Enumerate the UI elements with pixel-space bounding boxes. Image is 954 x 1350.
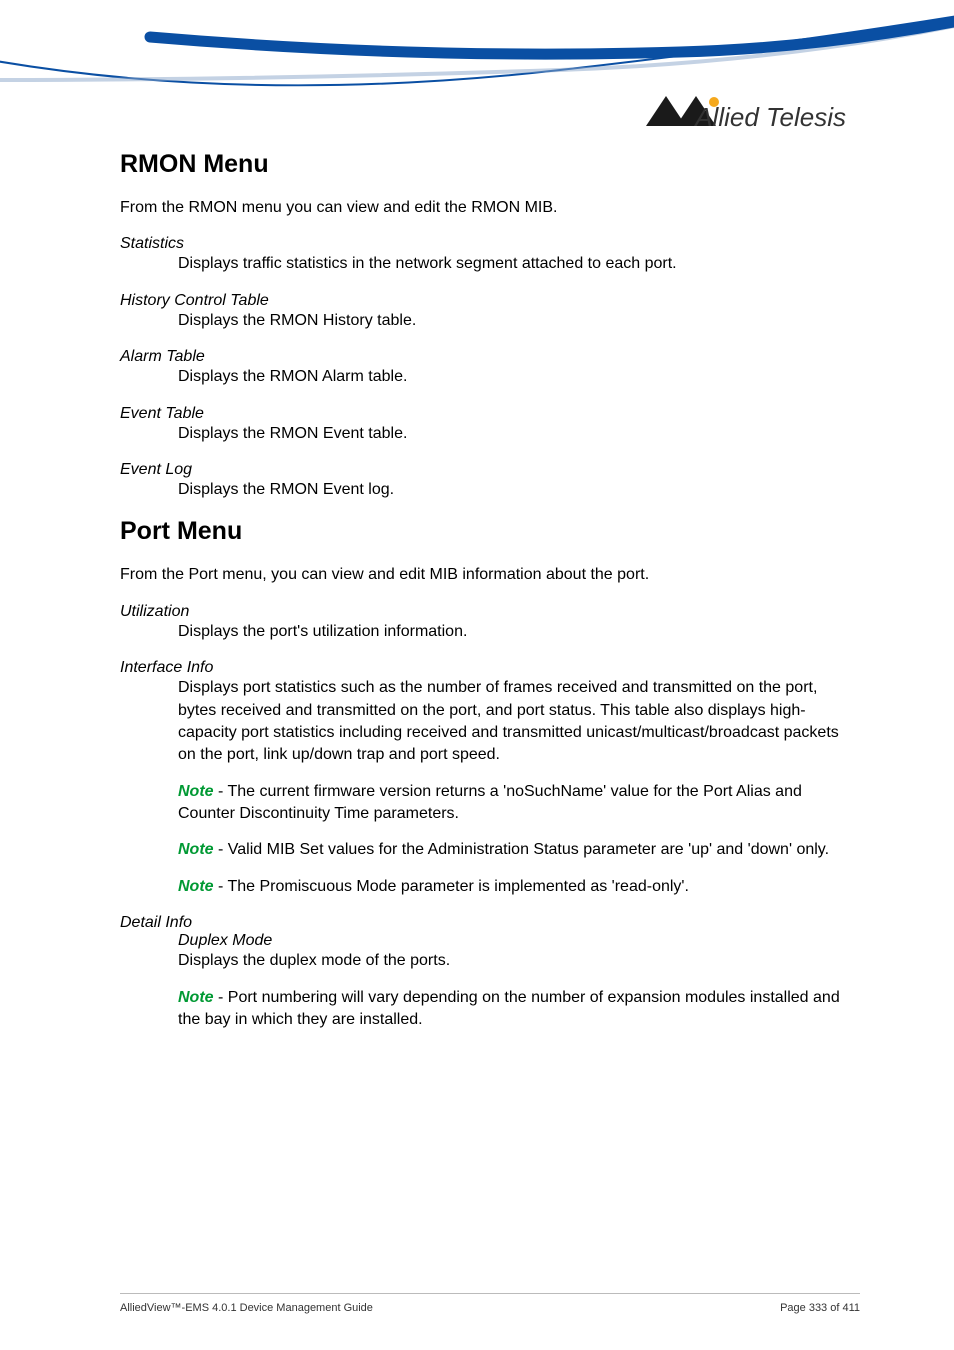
note-detail-1-text: - Port numbering will vary depending on … (178, 989, 840, 1028)
page-content: RMON Menu From the RMON menu you can vie… (120, 150, 860, 1047)
term-statistics: Statistics (120, 235, 860, 253)
note-label: Note (178, 989, 214, 1006)
note-label: Note (178, 878, 214, 895)
note-interface-2: Note - Valid MIB Set values for the Admi… (178, 839, 860, 861)
page-footer: AlliedView™-EMS 4.0.1 Device Management … (120, 1293, 860, 1314)
footer-right: Page 333 of 411 (780, 1302, 860, 1314)
brand-logo-text: Allied Telesis (695, 102, 846, 133)
term-utilization: Utilization (120, 603, 860, 621)
desc-event-table: Displays the RMON Event table. (178, 423, 860, 445)
note-label: Note (178, 841, 214, 858)
note-label: Note (178, 783, 214, 800)
rmon-intro: From the RMON menu you can view and edit… (120, 197, 860, 219)
term-alarm-table: Alarm Table (120, 348, 860, 366)
note-interface-3-text: - The Promiscuous Mode parameter is impl… (214, 878, 689, 895)
term-event-log: Event Log (120, 461, 860, 479)
note-detail-1: Note - Port numbering will vary dependin… (178, 987, 860, 1032)
desc-duplex-mode: Displays the duplex mode of the ports. (178, 950, 860, 972)
port-intro: From the Port menu, you can view and edi… (120, 564, 860, 586)
desc-statistics: Displays traffic statistics in the netwo… (178, 253, 860, 275)
desc-interface-info: Displays port statistics such as the num… (178, 677, 860, 767)
note-interface-3: Note - The Promiscuous Mode parameter is… (178, 876, 860, 898)
heading-rmon-menu: RMON Menu (120, 150, 860, 179)
desc-history-control-table: Displays the RMON History table. (178, 310, 860, 332)
term-interface-info: Interface Info (120, 659, 860, 677)
footer-left: AlliedView™-EMS 4.0.1 Device Management … (120, 1302, 373, 1314)
desc-utilization: Displays the port's utilization informat… (178, 621, 860, 643)
note-interface-1-text: - The current firmware version returns a… (178, 783, 802, 822)
desc-alarm-table: Displays the RMON Alarm table. (178, 366, 860, 388)
heading-port-menu: Port Menu (120, 517, 860, 546)
term-event-table: Event Table (120, 405, 860, 423)
term-history-control-table: History Control Table (120, 292, 860, 310)
term-detail-info: Detail Info (120, 914, 860, 932)
term-duplex-mode: Duplex Mode (178, 932, 860, 950)
desc-event-log: Displays the RMON Event log. (178, 479, 860, 501)
note-interface-1: Note - The current firmware version retu… (178, 781, 860, 826)
note-interface-2-text: - Valid MIB Set values for the Administr… (214, 841, 830, 858)
